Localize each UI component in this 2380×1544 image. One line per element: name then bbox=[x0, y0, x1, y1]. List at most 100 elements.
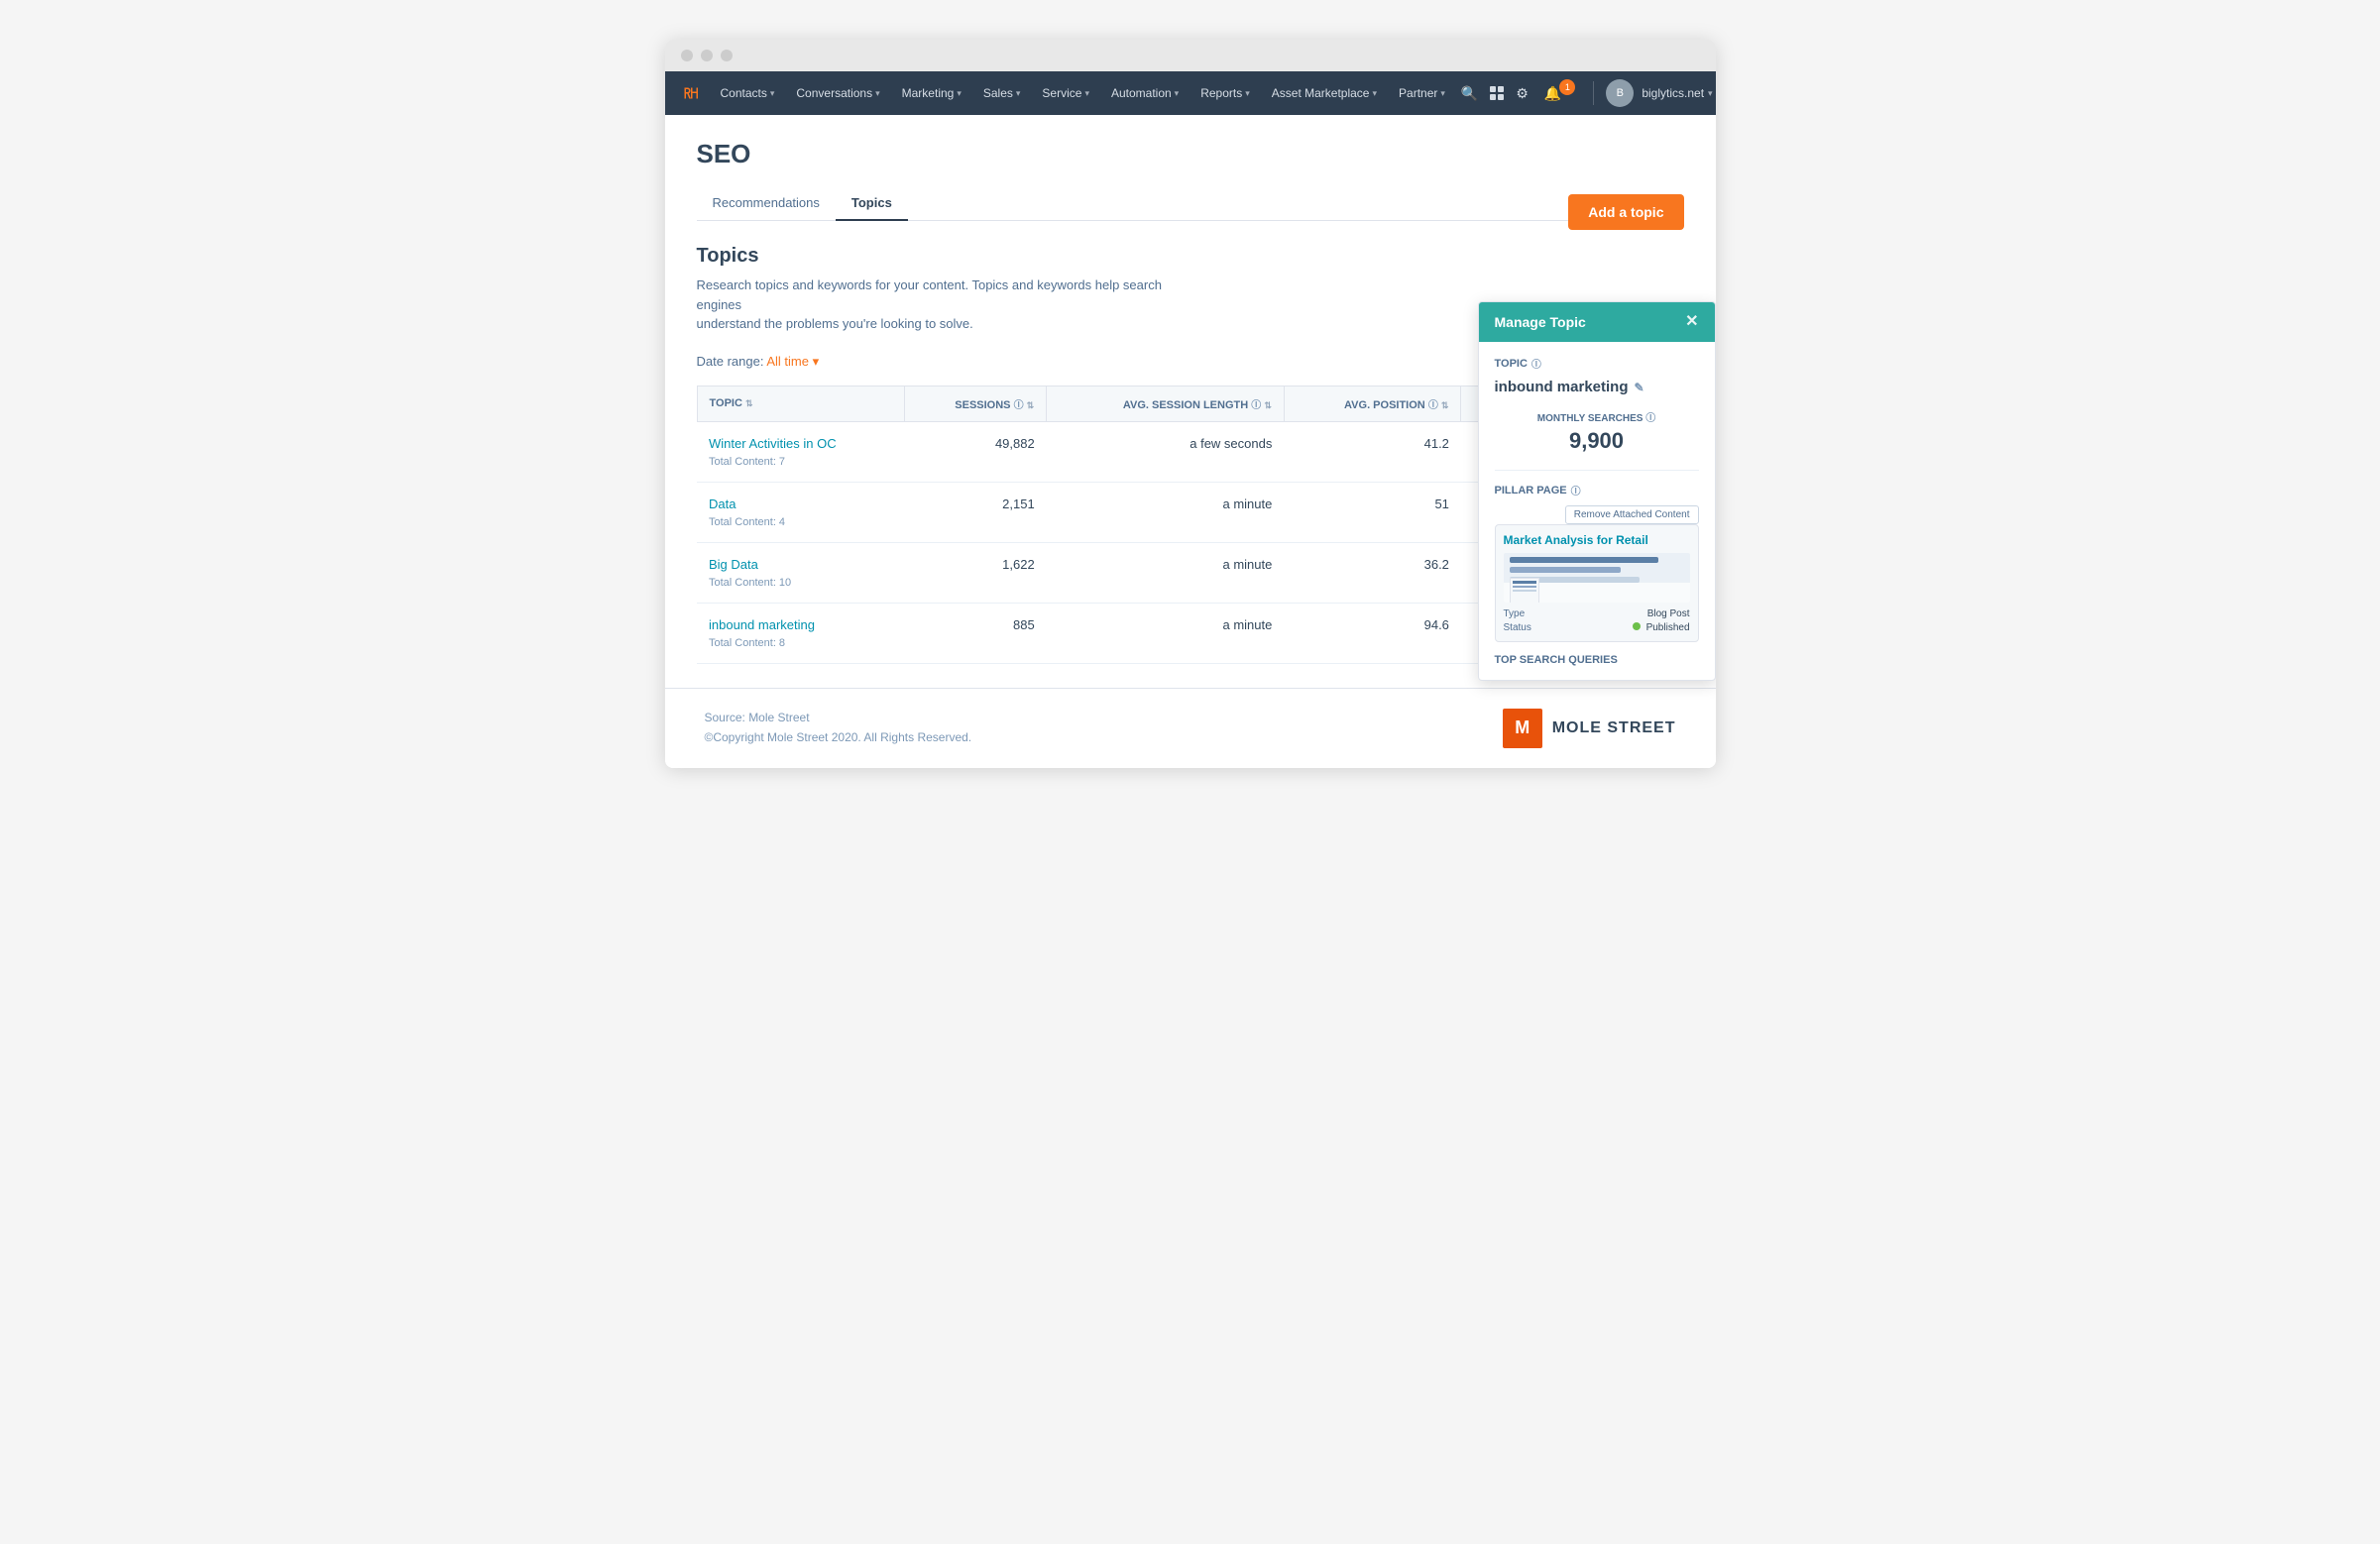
main-content: SEO Recommendations Topics Add a topic T… bbox=[665, 115, 1716, 688]
tab-bar: Recommendations Topics bbox=[697, 185, 1684, 221]
cell-avg-session-0: a few seconds bbox=[1047, 421, 1285, 482]
search-icon[interactable]: 🔍 bbox=[1457, 81, 1482, 106]
col-header-topic[interactable]: TOPIC ⇅ bbox=[697, 386, 904, 421]
chevron-down-icon: ▾ bbox=[957, 88, 962, 99]
info-icon: ⓘ bbox=[1571, 483, 1581, 497]
top-search-queries-label: TOP SEARCH QUERIES bbox=[1495, 654, 1699, 666]
topic-link-1[interactable]: Data bbox=[709, 496, 892, 511]
account-name[interactable]: biglytics.net ▾ bbox=[1642, 86, 1712, 100]
nav-item-partner[interactable]: Partner ▾ bbox=[1389, 80, 1455, 106]
chevron-down-icon: ▾ bbox=[1084, 88, 1089, 99]
nav-item-service[interactable]: Service ▾ bbox=[1032, 80, 1099, 106]
info-icon: ⓘ bbox=[1014, 400, 1024, 411]
pillar-page-label: Pillar Page ⓘ bbox=[1495, 483, 1699, 497]
panel-title: Manage Topic bbox=[1495, 314, 1586, 330]
nav-item-asset-marketplace[interactable]: Asset Marketplace ▾ bbox=[1262, 80, 1387, 106]
add-topic-button[interactable]: Add a topic bbox=[1568, 194, 1683, 230]
browser-dot-yellow bbox=[701, 50, 713, 61]
footer-source: Source: Mole Street ©Copyright Mole Stre… bbox=[705, 709, 972, 746]
panel-divider bbox=[1495, 470, 1699, 471]
cell-avg-session-3: a minute bbox=[1047, 603, 1285, 663]
sort-icon: ⇅ bbox=[745, 398, 753, 408]
chevron-down-icon: ▾ bbox=[1175, 88, 1180, 99]
chevron-down-icon: ▾ bbox=[1372, 88, 1377, 99]
topic-label: Topic ⓘ bbox=[1495, 356, 1699, 371]
pillar-card-title[interactable]: Market Analysis for Retail bbox=[1504, 533, 1690, 547]
topic-link-3[interactable]: inbound marketing bbox=[709, 617, 892, 632]
nav-asset-label: Asset Marketplace bbox=[1272, 86, 1370, 100]
date-range-value[interactable]: All time ▾ bbox=[766, 354, 819, 369]
panel-body: Topic ⓘ inbound marketing ✎ MONTHLY SEAR… bbox=[1479, 342, 1715, 680]
topic-link-2[interactable]: Big Data bbox=[709, 557, 892, 572]
info-icon: ⓘ bbox=[1645, 413, 1655, 424]
page-title: SEO bbox=[697, 139, 1684, 169]
nav-item-marketing[interactable]: Marketing ▾ bbox=[892, 80, 971, 106]
chevron-down-icon: ▾ bbox=[875, 88, 880, 99]
cell-topic-1: Data Total Content: 4 bbox=[697, 482, 904, 542]
tab-topics[interactable]: Topics bbox=[836, 185, 908, 220]
browser-dot-red bbox=[681, 50, 693, 61]
account-chevron-icon: ▾ bbox=[1708, 88, 1713, 99]
manage-topic-panel: Manage Topic ✕ Topic ⓘ inbound marketing… bbox=[1478, 301, 1716, 681]
nav-item-sales[interactable]: Sales ▾ bbox=[973, 80, 1031, 106]
pillar-meta: Type Blog Post Status Published bbox=[1504, 608, 1690, 633]
topic-sub-3: Total Content: 8 bbox=[709, 637, 785, 649]
pillar-card-preview bbox=[1504, 553, 1690, 603]
cell-topic-0: Winter Activities in OC Total Content: 7 bbox=[697, 421, 904, 482]
page-footer: Source: Mole Street ©Copyright Mole Stre… bbox=[665, 688, 1716, 768]
status-dot bbox=[1633, 622, 1641, 630]
nav-partner-label: Partner bbox=[1399, 86, 1437, 100]
nav-reports-label: Reports bbox=[1200, 86, 1242, 100]
browser-dot-green bbox=[721, 50, 733, 61]
col-header-sessions[interactable]: SESSIONS ⓘ ⇅ bbox=[904, 386, 1047, 421]
cell-sessions-0: 49,882 bbox=[904, 421, 1047, 482]
nav-conversations-label: Conversations bbox=[796, 86, 872, 100]
topic-sub-0: Total Content: 7 bbox=[709, 456, 785, 468]
nav-item-automation[interactable]: Automation ▾ bbox=[1101, 80, 1189, 106]
nav-right: 🔍 ⚙ 🔔 1 B biglytics.net ▾ bbox=[1457, 79, 1713, 107]
cell-avg-position-1: 51 bbox=[1284, 482, 1461, 542]
nav-logo bbox=[681, 83, 701, 103]
chevron-down-icon: ▾ bbox=[1016, 88, 1021, 99]
tab-recommendations[interactable]: Recommendations bbox=[697, 185, 836, 220]
avatar: B bbox=[1606, 79, 1634, 107]
monthly-searches-value: 9,900 bbox=[1495, 428, 1699, 454]
nav-grid-button[interactable] bbox=[1490, 86, 1504, 100]
cell-sessions-1: 2,151 bbox=[904, 482, 1047, 542]
remove-attached-button[interactable]: Remove Attached Content bbox=[1565, 505, 1699, 524]
nav-item-conversations[interactable]: Conversations ▾ bbox=[786, 80, 889, 106]
topic-sub-2: Total Content: 10 bbox=[709, 577, 791, 589]
close-icon[interactable]: ✕ bbox=[1685, 314, 1698, 330]
info-icon: ⓘ bbox=[1428, 400, 1438, 411]
sort-icon: ⇅ bbox=[1027, 400, 1035, 410]
nav-item-contacts[interactable]: Contacts ▾ bbox=[711, 80, 785, 106]
nav-item-reports[interactable]: Reports ▾ bbox=[1190, 80, 1260, 106]
cell-topic-2: Big Data Total Content: 10 bbox=[697, 542, 904, 603]
info-icon: ⓘ bbox=[1531, 356, 1541, 371]
info-icon: ⓘ bbox=[1251, 400, 1261, 411]
nav-contacts-label: Contacts bbox=[721, 86, 767, 100]
panel-header: Manage Topic ✕ bbox=[1479, 302, 1715, 342]
topic-sub-1: Total Content: 4 bbox=[709, 516, 785, 528]
nav-service-label: Service bbox=[1042, 86, 1081, 100]
cell-avg-position-2: 36.2 bbox=[1284, 542, 1461, 603]
date-range-selector: Date range: All time ▾ bbox=[697, 354, 820, 370]
section-description: Research topics and keywords for your co… bbox=[697, 276, 1192, 334]
cell-topic-3: inbound marketing Total Content: 8 bbox=[697, 603, 904, 663]
date-range-label: Date range: bbox=[697, 354, 764, 369]
browser-titlebar bbox=[665, 40, 1716, 71]
col-header-avg-session-length[interactable]: AVG. SESSION LENGTH ⓘ ⇅ bbox=[1047, 386, 1285, 421]
col-header-avg-position[interactable]: AVG. POSITION ⓘ ⇅ bbox=[1284, 386, 1461, 421]
monthly-searches-label: MONTHLY SEARCHES ⓘ bbox=[1495, 409, 1699, 424]
settings-icon[interactable]: ⚙ bbox=[1512, 81, 1532, 106]
nav-sales-label: Sales bbox=[983, 86, 1013, 100]
edit-icon[interactable]: ✎ bbox=[1635, 381, 1644, 394]
footer-logo-text: MOLE STREET bbox=[1552, 719, 1676, 737]
cell-sessions-2: 1,622 bbox=[904, 542, 1047, 603]
panel-topic-name: inbound marketing ✎ bbox=[1495, 379, 1699, 395]
cell-avg-session-1: a minute bbox=[1047, 482, 1285, 542]
sort-icon: ⇅ bbox=[1441, 400, 1449, 410]
chevron-down-icon: ▾ bbox=[1440, 88, 1445, 99]
topic-link-0[interactable]: Winter Activities in OC bbox=[709, 436, 892, 451]
footer-logo-box: M bbox=[1503, 709, 1542, 748]
